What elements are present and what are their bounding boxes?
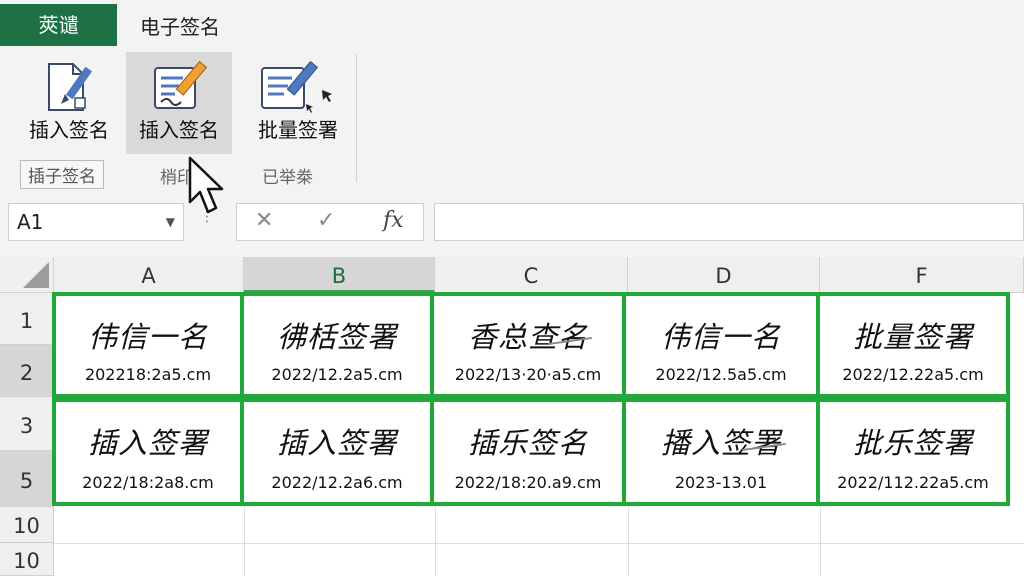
insert-signature-label: 插入签名 — [29, 118, 109, 142]
column-header-a[interactable]: A — [54, 257, 244, 293]
formula-controls: ✕ ✓ fx — [236, 203, 424, 241]
worksheet-grid: A B C D F 1 2 3 5 10 10 伟信一名 202218:2a5.… — [0, 257, 1024, 576]
signature-text: 插乐签名 — [467, 426, 588, 460]
group-label-signatures: 插子签名 — [20, 160, 104, 189]
tab-electronic-signature[interactable]: 电子签名 — [119, 8, 241, 46]
signature-cell[interactable]: 插入签署 2022/12.2a6.cm — [240, 398, 434, 506]
formula-input[interactable] — [434, 203, 1024, 241]
row-header-1[interactable]: 1 — [0, 293, 54, 345]
column-header-f[interactable]: F — [820, 257, 1024, 293]
name-box-value: A1 — [17, 210, 44, 234]
signature-cell[interactable]: 彿栝签署 2022/12.2a5.cm — [240, 292, 434, 398]
signature-cell[interactable]: 播入签署 2023-13.01 — [622, 398, 820, 506]
confirm-icon[interactable]: ✓ — [317, 208, 335, 233]
batch-sign-icon — [261, 60, 332, 113]
signature-date: 2022/13·20·a5.cm — [454, 365, 602, 384]
signature-text: 播入签署 — [660, 426, 781, 460]
grid-line — [244, 507, 245, 576]
signature-date: 202218:2a5.cm — [84, 365, 212, 384]
signature-date: 2022/12.5a5.cm — [655, 365, 787, 384]
column-header-d[interactable]: D — [628, 257, 820, 293]
signature-text: 批乐签署 — [852, 426, 973, 460]
grid-line — [628, 507, 629, 576]
row-header-2[interactable]: 2 — [0, 345, 54, 397]
row-header-5[interactable]: 5 — [0, 451, 54, 507]
insert-signature-button[interactable]: 插入签名 — [18, 52, 120, 152]
row-header-3[interactable]: 3 — [0, 397, 54, 451]
insert-signature-active-button[interactable]: 插入签名 — [126, 52, 232, 154]
cancel-icon[interactable]: ✕ — [255, 208, 273, 233]
signature-text: 伟信一名 — [660, 320, 781, 354]
row-header-10b[interactable]: 10 — [0, 543, 54, 576]
signature-text: 彿栝签署 — [276, 320, 397, 354]
document-pen-icon — [48, 63, 93, 111]
column-header-c[interactable]: C — [435, 257, 628, 293]
ribbon: 插入签名 插入签名 批量签署 插子签名 梢印 已举桊 — [0, 46, 1024, 190]
ribbon-tab-bar: 莢谴 电子签名 — [0, 0, 1024, 46]
signature-date: 2022/12.22a5.cm — [842, 365, 984, 384]
signature-cell[interactable]: 插乐签名 2022/18:20.a9.cm — [430, 398, 626, 506]
batch-sign-label: 批量签署 — [258, 118, 338, 142]
signature-date: 2022/12.2a5.cm — [271, 365, 403, 384]
signature-text: 批量签署 — [852, 320, 973, 354]
batch-sign-button[interactable]: 批量签署 — [238, 52, 358, 152]
form-pencil-icon — [154, 60, 208, 109]
row-header-10[interactable]: 10 — [0, 507, 54, 543]
tab-file[interactable]: 莢谴 — [0, 4, 117, 46]
formula-bar: A1 ▼ ⋮ ✕ ✓ fx — [0, 189, 1024, 257]
signature-text: 香总查名 — [467, 320, 588, 354]
select-all-corner[interactable] — [0, 257, 54, 293]
spreadsheet-app: 莢谴 电子签名 插入签名 插入签名 批量签署 插子签名 梢印 已举桊 A1 ▼ … — [0, 0, 1024, 576]
column-header-b[interactable]: B — [244, 257, 435, 293]
signature-cell[interactable]: 批乐签署 2022/112.22a5.cm — [816, 398, 1010, 506]
signature-date: 2022/18:20.a9.cm — [454, 473, 602, 492]
signature-date: 2022/12.2a6.cm — [271, 473, 403, 492]
signature-cell[interactable]: 伟信一名 2022/12.5a5.cm — [622, 292, 820, 398]
name-box[interactable]: A1 ▼ — [8, 203, 184, 241]
signature-date: 2022/18:2a8.cm — [82, 473, 214, 492]
insert-function-icon[interactable]: fx — [383, 208, 404, 233]
signature-date: 2023-13.01 — [674, 473, 768, 492]
grid-line — [820, 507, 821, 576]
grid-line — [435, 507, 436, 576]
signature-cell[interactable]: 插入签署 2022/18:2a8.cm — [52, 398, 244, 506]
signature-date: 2022/112.22a5.cm — [837, 473, 989, 492]
signature-text: 伟信一名 — [87, 320, 208, 354]
group-label-listed: 已举桊 — [262, 168, 313, 188]
mouse-pointer-icon — [188, 156, 224, 214]
select-all-triangle-icon — [23, 262, 49, 288]
signature-cell[interactable]: 伟信一名 202218:2a5.cm — [52, 292, 244, 398]
chevron-down-icon[interactable]: ▼ — [166, 204, 175, 240]
grid-line — [54, 543, 1024, 544]
signature-text: 插入签署 — [87, 426, 208, 460]
insert-signature-active-label: 插入签名 — [139, 118, 219, 142]
signature-cell[interactable]: 批量签署 2022/12.22a5.cm — [816, 292, 1010, 398]
signature-cell[interactable]: 香总查名 2022/13·20·a5.cm — [430, 292, 626, 398]
signature-text: 插入签署 — [276, 426, 397, 460]
ribbon-separator — [356, 54, 357, 182]
